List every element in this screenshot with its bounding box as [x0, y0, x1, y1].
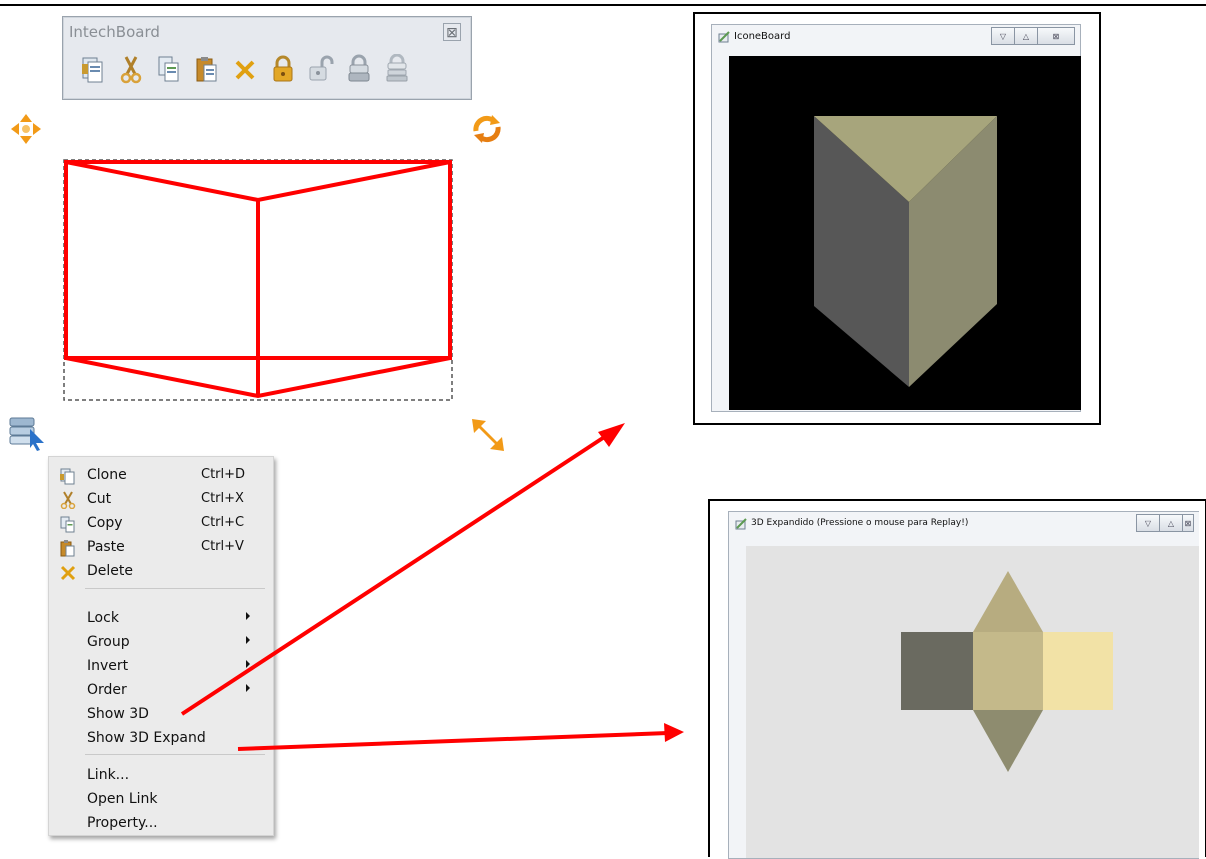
menu-item-label: Lock — [87, 610, 119, 626]
toolbar-title: IntechBoard — [69, 23, 160, 41]
menu-item-label: Show 3D Expand — [87, 730, 206, 746]
cut-icon[interactable] — [115, 51, 147, 87]
prism-outline — [64, 160, 452, 399]
menu-handle-icon[interactable] — [8, 415, 46, 456]
unlock-icon[interactable] — [305, 51, 337, 87]
menu-item-shortcut: Ctrl+V — [201, 539, 244, 554]
ungroup-icon[interactable] — [381, 51, 413, 87]
window-controls: ▽ △ ⊠ — [1136, 514, 1194, 532]
maximize-button[interactable]: △ — [1014, 27, 1038, 45]
minimize-button[interactable]: ▽ — [991, 27, 1015, 45]
submenu-arrow-icon — [246, 660, 250, 668]
paste-icon[interactable] — [191, 51, 223, 87]
maximize-button[interactable]: △ — [1159, 514, 1183, 532]
window-3d: IconeBoard ▽ △ ⊠ — [711, 24, 1081, 412]
menu-item-property[interactable]: Property... — [49, 812, 273, 836]
window-expand: 3D Expandido (Pressione o mouse para Rep… — [728, 511, 1199, 859]
close-button[interactable]: ⊠ — [1182, 514, 1194, 532]
menu-item-label: Cut — [87, 491, 112, 507]
3d-prism-canvas — [729, 56, 1081, 410]
menu-item-paste[interactable]: Paste Ctrl+V — [49, 536, 273, 560]
close-button[interactable]: ⊠ — [1037, 27, 1075, 45]
menu-item-label: Delete — [87, 563, 133, 579]
group-icon[interactable] — [343, 51, 375, 87]
toolbar-icon-row — [77, 51, 413, 87]
copy-icon[interactable] — [153, 51, 185, 87]
submenu-arrow-icon — [246, 636, 250, 644]
submenu-arrow-icon — [246, 612, 250, 620]
menu-item-label: Paste — [87, 539, 125, 555]
arrow-show-3d-expand — [237, 723, 684, 751]
paste-icon — [59, 539, 77, 557]
menu-item-cut[interactable]: Cut Ctrl+X — [49, 488, 273, 512]
menu-item-label: Group — [87, 634, 130, 650]
menu-item-label: Copy — [87, 515, 123, 531]
menu-item-label: Open Link — [87, 791, 158, 807]
toolbar-close-button[interactable]: ⊠ — [443, 23, 461, 41]
app-icon — [718, 30, 730, 43]
menu-item-invert[interactable]: Invert — [49, 655, 273, 679]
menu-item-shortcut: Ctrl+D — [201, 467, 246, 482]
window-title: IconeBoard — [734, 31, 791, 42]
menu-item-label: Show 3D — [87, 706, 149, 722]
menu-item-link[interactable]: Link... — [49, 764, 273, 788]
menu-separator — [85, 588, 265, 589]
menu-item-label: Clone — [87, 467, 127, 483]
window-expand-frame: 3D Expandido (Pressione o mouse para Rep… — [708, 499, 1206, 859]
menu-item-label: Order — [87, 682, 127, 698]
lock-icon[interactable] — [267, 51, 299, 87]
resize-handle-icon[interactable] — [470, 417, 506, 458]
menu-item-lock[interactable]: Lock — [49, 607, 273, 631]
intechboard-toolbar: IntechBoard ⊠ — [62, 16, 472, 100]
menu-item-order[interactable]: Order — [49, 679, 273, 703]
app-icon — [735, 517, 747, 530]
window-3d-frame: IconeBoard ▽ △ ⊠ — [693, 12, 1101, 425]
menu-item-clone[interactable]: Clone Ctrl+D — [49, 464, 273, 488]
menu-item-shortcut: Ctrl+C — [201, 515, 245, 530]
top-border-line — [0, 4, 1206, 6]
menu-item-open-link[interactable]: Open Link — [49, 788, 273, 812]
menu-item-shortcut: Ctrl+X — [201, 491, 244, 506]
context-menu: Clone Ctrl+D Cut Ctrl+X Copy Ctrl+C Past… — [48, 456, 274, 836]
menu-item-delete[interactable]: Delete — [49, 560, 273, 584]
menu-item-copy[interactable]: Copy Ctrl+C — [49, 512, 273, 536]
menu-item-label: Link... — [87, 767, 130, 783]
move-handle-icon[interactable] — [10, 113, 42, 150]
menu-item-show-3d-expand[interactable]: Show 3D Expand — [49, 727, 273, 751]
minimize-button[interactable]: ▽ — [1136, 514, 1160, 532]
window-title: 3D Expandido (Pressione o mouse para Rep… — [751, 518, 969, 528]
window-controls: ▽ △ ⊠ — [991, 27, 1075, 45]
menu-separator — [85, 754, 265, 755]
menu-item-group[interactable]: Group — [49, 631, 273, 655]
submenu-arrow-icon — [246, 684, 250, 692]
menu-item-show-3d[interactable]: Show 3D — [49, 703, 273, 727]
clone-icon — [59, 467, 77, 485]
cut-icon — [59, 491, 77, 510]
delete-icon — [59, 563, 77, 581]
expanded-net-canvas — [746, 546, 1199, 858]
menu-item-label: Property... — [87, 815, 158, 831]
menu-item-label: Invert — [87, 658, 129, 674]
copy-icon — [59, 515, 77, 533]
delete-icon[interactable] — [229, 51, 261, 87]
prism-shape[interactable] — [56, 152, 460, 408]
clone-icon[interactable] — [77, 51, 109, 87]
rotate-handle-icon[interactable] — [470, 113, 504, 150]
